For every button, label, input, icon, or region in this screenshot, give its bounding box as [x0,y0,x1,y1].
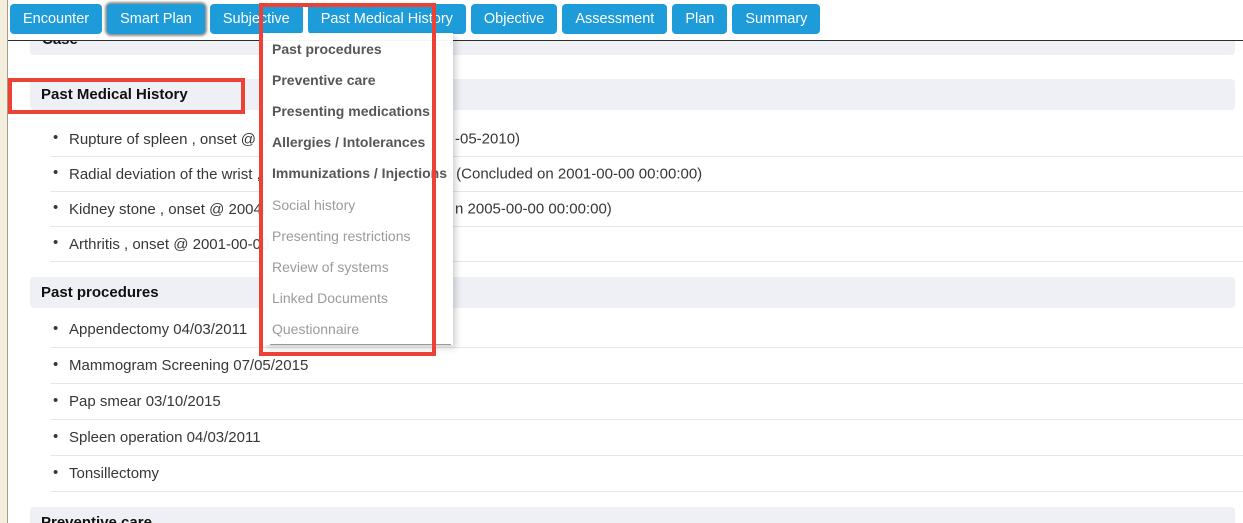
list-item: • Spleen operation 04/03/2011 [50,420,1243,456]
menu-item-social-history[interactable]: Social history [263,189,453,220]
nav-button-summary[interactable]: Summary [732,4,820,34]
menu-item-questionnaire[interactable]: Questionnaire [263,314,453,345]
nav-button-past-medical-history[interactable]: Past Medical History [308,4,466,34]
page-left-gutter [0,0,7,523]
bullet-icon: • [53,464,58,481]
nav-button-row: Encounter Smart Plan Subjective Past Med… [8,0,1243,34]
bullet-icon: • [53,356,58,373]
nav-button-subjective[interactable]: Subjective [210,4,303,34]
menu-item-immunizations-injections[interactable]: Immunizations / Injections [263,158,453,189]
bullet-icon: • [53,234,58,251]
menu-item-preventive-care[interactable]: Preventive care [263,64,453,95]
list-item: • Arthritis , onset @ 2001-00-00 [50,227,1243,262]
list-item: • Mammogram Screening 07/05/2015 [50,348,1243,384]
nav-button-encounter[interactable]: Encounter [10,4,102,34]
list-item: • Tonsillectomy [50,456,1243,492]
section-header-past-procedures: Past procedures [30,277,1235,308]
list-item: • Pap smear 03/10/2015 [50,384,1243,420]
bullet-icon: • [53,320,58,337]
list-item: • Kidney stone , onset @ 2004- n 2005-00… [50,192,1243,227]
section-header-past-medical-history: Past Medical History [30,79,1235,110]
emr-encounter-page: Encounter Smart Plan Subjective Past Med… [0,0,1243,523]
menu-item-allergies-intolerances[interactable]: Allergies / Intolerances [263,127,453,158]
procedure-text: Appendectomy 04/03/2011 [69,321,247,338]
menu-item-presenting-medications[interactable]: Presenting medications [263,95,453,126]
top-nav: Encounter Smart Plan Subjective Past Med… [8,0,1243,40]
procedure-text: Spleen operation 04/03/2011 [69,429,261,446]
condition-text-continued: -05-2010) [455,131,520,148]
nav-button-assessment[interactable]: Assessment [562,4,667,34]
menu-item-past-procedures[interactable]: Past procedures [263,33,453,64]
condition-text: Arthritis , onset @ 2001-00-00 [69,236,269,253]
section-title: Past procedures [41,284,159,301]
dropdown-bottom-divider [270,344,451,345]
condition-text: Rupture of spleen , onset @ 0 [69,131,269,148]
section-title: Preventive care [41,514,152,523]
condition-text: Radial deviation of the wrist , [69,166,261,183]
past-procedures-list: • Appendectomy 04/03/2011 • Mammogram Sc… [50,312,1243,492]
truncated-section-title: Case [30,41,1235,48]
procedure-text: Pap smear 03/10/2015 [69,393,221,410]
nav-button-plan[interactable]: Plan [672,4,727,34]
procedure-text: Mammogram Screening 07/05/2015 [69,357,308,374]
list-item: • Rupture of spleen , onset @ 0 -05-2010… [50,122,1243,157]
bullet-icon: • [53,129,58,146]
procedure-text: Tonsillectomy [69,465,159,482]
bullet-icon: • [53,392,58,409]
page-left-border [7,0,8,523]
nav-button-objective[interactable]: Objective [471,4,557,34]
condition-text-continued: n 2005-00-00 00:00:00) [455,201,612,218]
condition-text: Kidney stone , onset @ 2004- [69,201,267,218]
past-medical-history-dropdown-menu: Past procedures Preventive care Presenti… [263,33,453,345]
past-medical-history-list: • Rupture of spleen , onset @ 0 -05-2010… [50,122,1243,262]
section-header-preventive-care: Preventive care [30,507,1235,523]
truncated-section-header: Case [30,41,1235,55]
menu-item-review-of-systems[interactable]: Review of systems [263,251,453,282]
bullet-icon: • [53,164,58,181]
bullet-icon: • [53,428,58,445]
menu-item-presenting-restrictions[interactable]: Presenting restrictions [263,220,453,251]
list-item: • Radial deviation of the wrist , ) (Con… [50,157,1243,192]
nav-button-smart-plan[interactable]: Smart Plan [107,4,205,34]
section-title: Past Medical History [41,86,188,103]
condition-text-continued: ) (Concluded on 2001-00-00 00:00:00) [447,166,702,183]
menu-item-linked-documents[interactable]: Linked Documents [263,283,453,314]
bullet-icon: • [53,199,58,216]
list-item: • Appendectomy 04/03/2011 [50,312,1243,348]
